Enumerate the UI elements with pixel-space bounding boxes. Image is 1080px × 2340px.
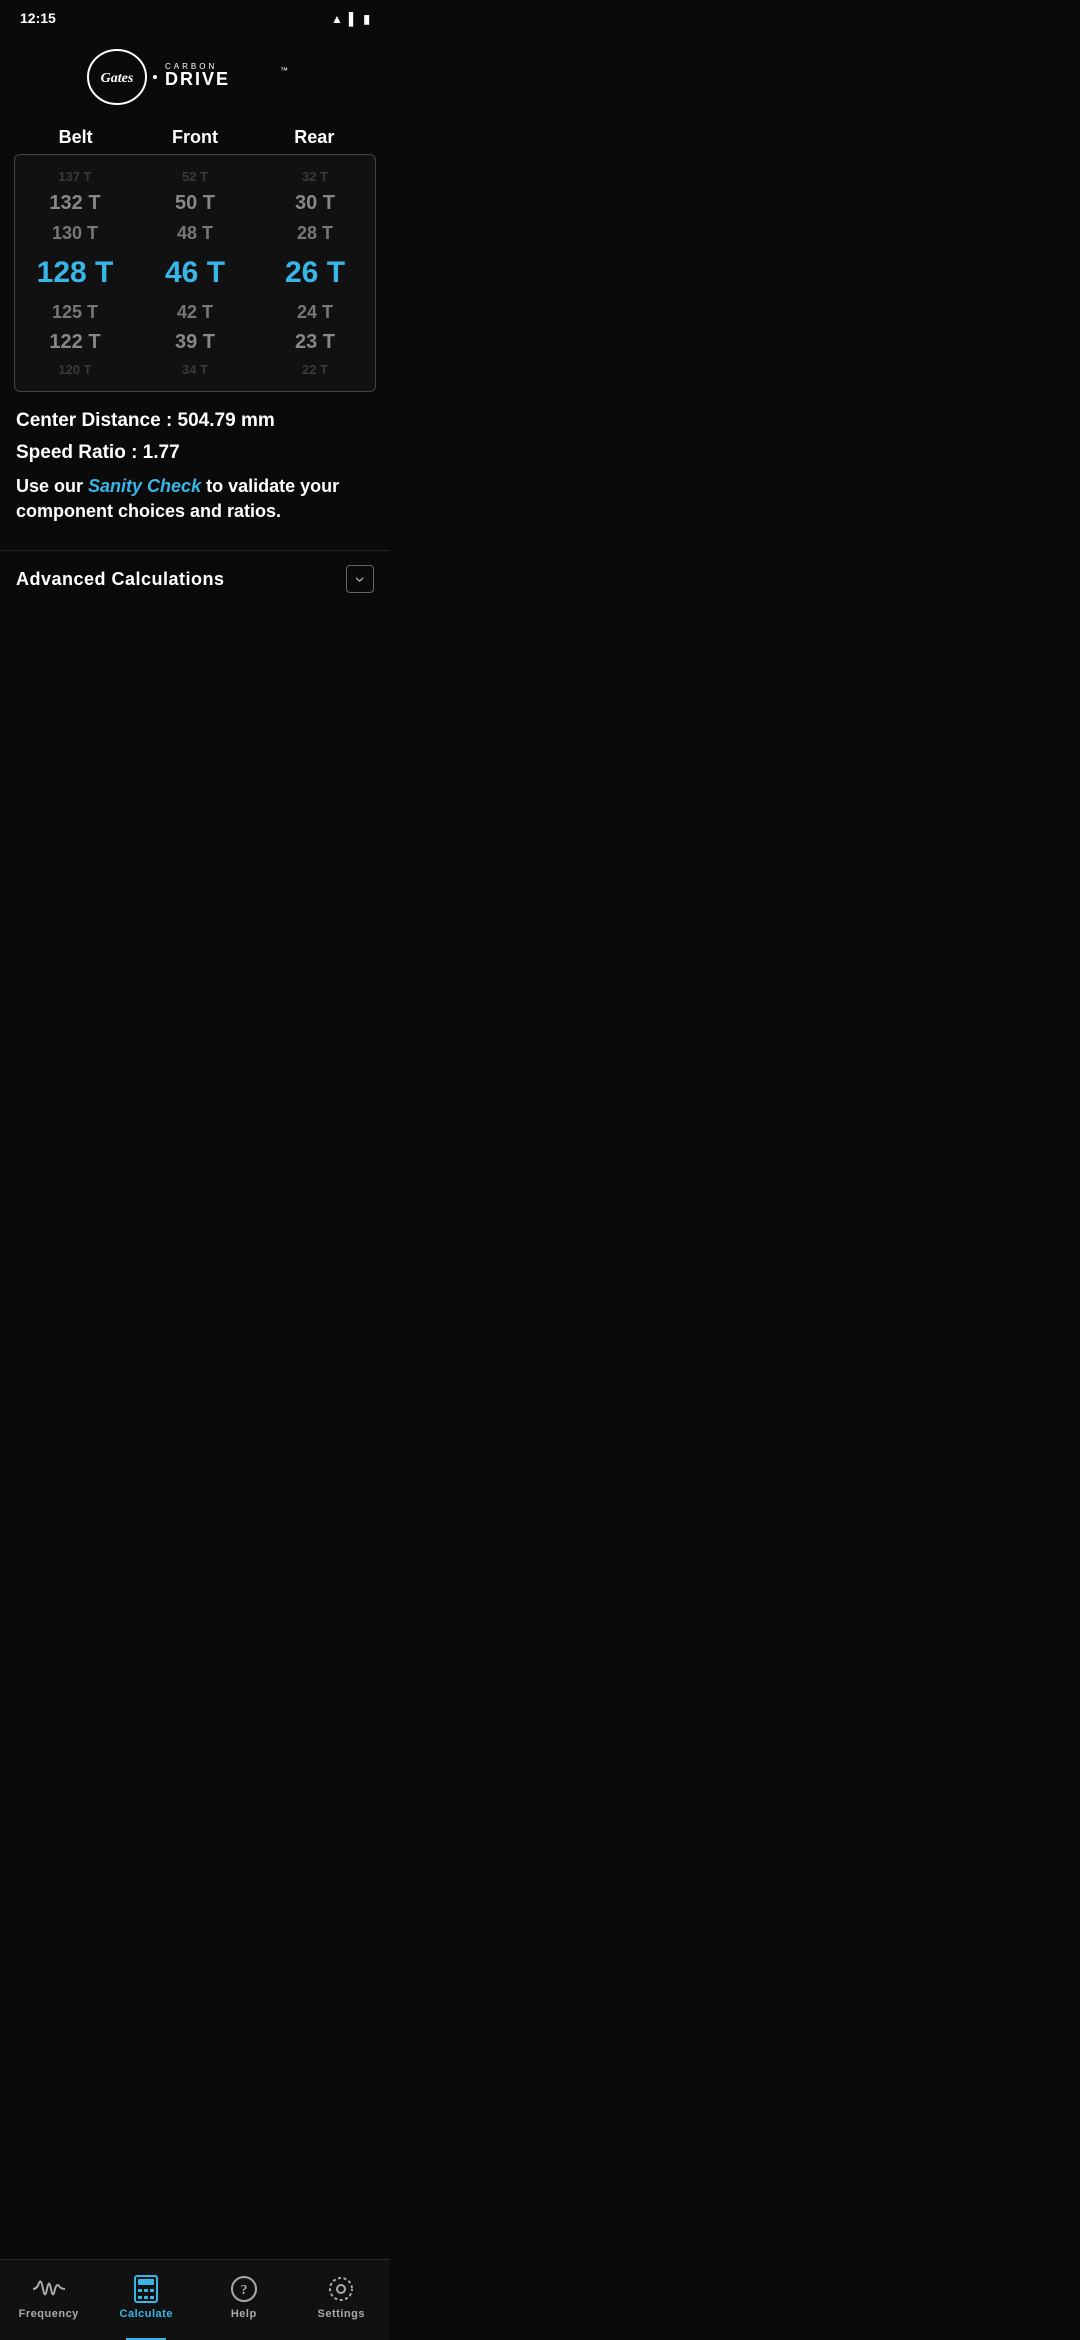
front-header: Front (135, 127, 254, 148)
gates-logo: Gates CARBON DRIVE ™ (85, 47, 305, 107)
svg-text:Gates: Gates (101, 71, 134, 86)
selector-row: 137 T 52 T 32 T (15, 165, 375, 188)
svg-text:?: ? (240, 2283, 247, 2298)
expand-icon[interactable] (346, 565, 374, 593)
nav-item-frequency[interactable]: Frequency (0, 2270, 98, 2324)
rear-cell: 32 T (255, 167, 375, 186)
front-cell: 52 T (135, 167, 255, 186)
signal-icon (349, 10, 358, 26)
status-icons (331, 10, 370, 26)
selector-row: 130 T 48 T 28 T (15, 219, 375, 248)
advanced-calculations-section[interactable]: Advanced Calculations (0, 550, 390, 607)
advanced-label: Advanced Calculations (16, 569, 225, 590)
belt-cell: 137 T (15, 167, 135, 186)
rear-cell: 23 T (255, 329, 375, 356)
belt-header: Belt (16, 127, 135, 148)
front-cell-active: 46 T (135, 254, 255, 292)
calculate-label: Calculate (120, 2308, 173, 2320)
speed-ratio: Speed Ratio : 1.77 (16, 442, 374, 464)
rear-cell: 28 T (255, 221, 375, 246)
frequency-icon (33, 2274, 65, 2304)
rear-cell-active: 26 T (255, 254, 375, 292)
rear-cell: 22 T (255, 360, 375, 379)
svg-text:DRIVE: DRIVE (165, 69, 230, 89)
column-headers: Belt Front Rear (0, 119, 390, 154)
belt-cell: 130 T (15, 221, 135, 246)
selector-row: 120 T 34 T 22 T (15, 358, 375, 381)
status-bar: 12:15 (0, 0, 390, 31)
time-display: 12:15 (20, 10, 56, 26)
selector-row: 125 T 42 T 24 T (15, 298, 375, 327)
settings-label: Settings (318, 2308, 365, 2320)
wifi-icon (331, 10, 343, 26)
selector-box[interactable]: 137 T 52 T 32 T 132 T 50 T 30 T 130 T 48… (14, 154, 376, 392)
front-cell: 48 T (135, 221, 255, 246)
battery-icon (363, 10, 370, 26)
settings-icon (328, 2274, 354, 2304)
belt-cell: 120 T (15, 360, 135, 379)
bottom-nav: Frequency Calculate ? Help (0, 2259, 390, 2340)
selector-row-active[interactable]: 128 T 46 T 26 T (15, 252, 375, 294)
belt-cell-active: 128 T (15, 254, 135, 292)
help-icon: ? (231, 2274, 257, 2304)
info-section: Center Distance : 504.79 mm Speed Ratio … (0, 392, 390, 550)
rear-cell: 30 T (255, 190, 375, 217)
sanity-check-link[interactable]: Sanity Check (88, 476, 201, 496)
front-cell: 34 T (135, 360, 255, 379)
nav-item-calculate[interactable]: Calculate (98, 2270, 196, 2324)
sanity-description: Use our Sanity Check to validate your co… (16, 474, 374, 524)
nav-item-help[interactable]: ? Help (195, 2270, 293, 2324)
front-cell: 42 T (135, 300, 255, 325)
front-cell: 39 T (135, 329, 255, 356)
rear-cell: 24 T (255, 300, 375, 325)
help-label: Help (231, 2308, 257, 2320)
belt-cell: 132 T (15, 190, 135, 217)
nav-item-settings[interactable]: Settings (293, 2270, 391, 2324)
sanity-prefix: Use our (16, 476, 88, 496)
belt-cell: 122 T (15, 329, 135, 356)
selector-row: 132 T 50 T 30 T (15, 188, 375, 219)
selector-row: 122 T 39 T 23 T (15, 327, 375, 358)
belt-cell: 125 T (15, 300, 135, 325)
calculate-icon (134, 2274, 158, 2304)
rear-header: Rear (255, 127, 374, 148)
svg-text:™: ™ (280, 66, 288, 75)
frequency-label: Frequency (19, 2308, 79, 2320)
center-distance: Center Distance : 504.79 mm (16, 410, 374, 432)
logo-container: Gates CARBON DRIVE ™ (0, 31, 390, 119)
front-cell: 50 T (135, 190, 255, 217)
